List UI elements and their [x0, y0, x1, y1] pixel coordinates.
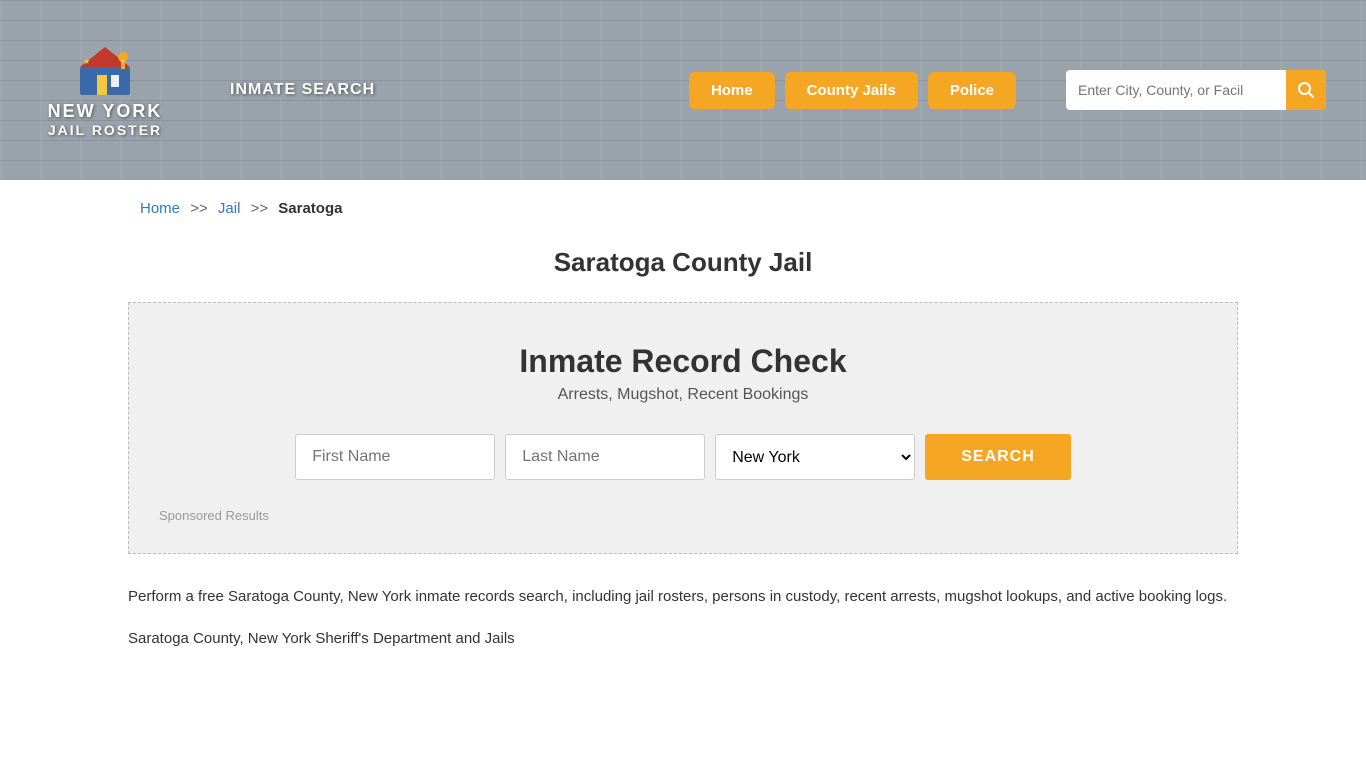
body-paragraph-2: Saratoga County, New York Sheriff's Depa… [128, 626, 1238, 652]
site-header: ★ ★ NEW YORK JAIL ROSTER INMATE SEARCH H… [0, 0, 1366, 180]
state-select[interactable]: AlabamaAlaskaArizonaArkansasCaliforniaCo… [715, 434, 915, 480]
inmate-search-label: INMATE SEARCH [230, 81, 375, 99]
main-nav: Home County Jails Police [689, 72, 1016, 109]
nav-county-jails-button[interactable]: County Jails [785, 72, 918, 109]
svg-text:★: ★ [83, 57, 90, 66]
breadcrumb: Home >> Jail >> Saratoga [0, 180, 1366, 237]
breadcrumb-sep1: >> [190, 200, 208, 217]
last-name-input[interactable] [505, 434, 705, 480]
header-search-area [1066, 70, 1326, 110]
breadcrumb-home[interactable]: Home [140, 200, 180, 217]
record-check-box: Inmate Record Check Arrests, Mugshot, Re… [128, 302, 1238, 554]
body-text-area: Perform a free Saratoga County, New York… [128, 584, 1238, 651]
svg-text:★: ★ [119, 57, 126, 66]
logo-line1: NEW YORK [48, 101, 163, 122]
record-check-title: Inmate Record Check [159, 343, 1207, 380]
search-icon [1297, 81, 1315, 99]
page-title-area: Saratoga County Jail [0, 237, 1366, 302]
breadcrumb-sep2: >> [251, 200, 269, 217]
record-check-subtitle: Arrests, Mugshot, Recent Bookings [159, 386, 1207, 404]
nav-home-button[interactable]: Home [689, 72, 775, 109]
logo-line2: JAIL ROSTER [48, 122, 162, 138]
logo-icon: ★ ★ [75, 42, 135, 97]
breadcrumb-jail[interactable]: Jail [218, 200, 241, 217]
first-name-input[interactable] [295, 434, 495, 480]
sponsored-label: Sponsored Results [159, 504, 1207, 523]
search-button[interactable]: SEARCH [925, 434, 1071, 480]
record-check-form: AlabamaAlaskaArizonaArkansasCaliforniaCo… [159, 434, 1207, 480]
logo-area: ★ ★ NEW YORK JAIL ROSTER [40, 42, 170, 138]
header-search-button[interactable] [1286, 70, 1326, 110]
page-title: Saratoga County Jail [0, 247, 1366, 278]
breadcrumb-current: Saratoga [278, 200, 342, 217]
header-search-input[interactable] [1066, 70, 1286, 110]
body-paragraph-1: Perform a free Saratoga County, New York… [128, 584, 1238, 610]
nav-police-button[interactable]: Police [928, 72, 1016, 109]
